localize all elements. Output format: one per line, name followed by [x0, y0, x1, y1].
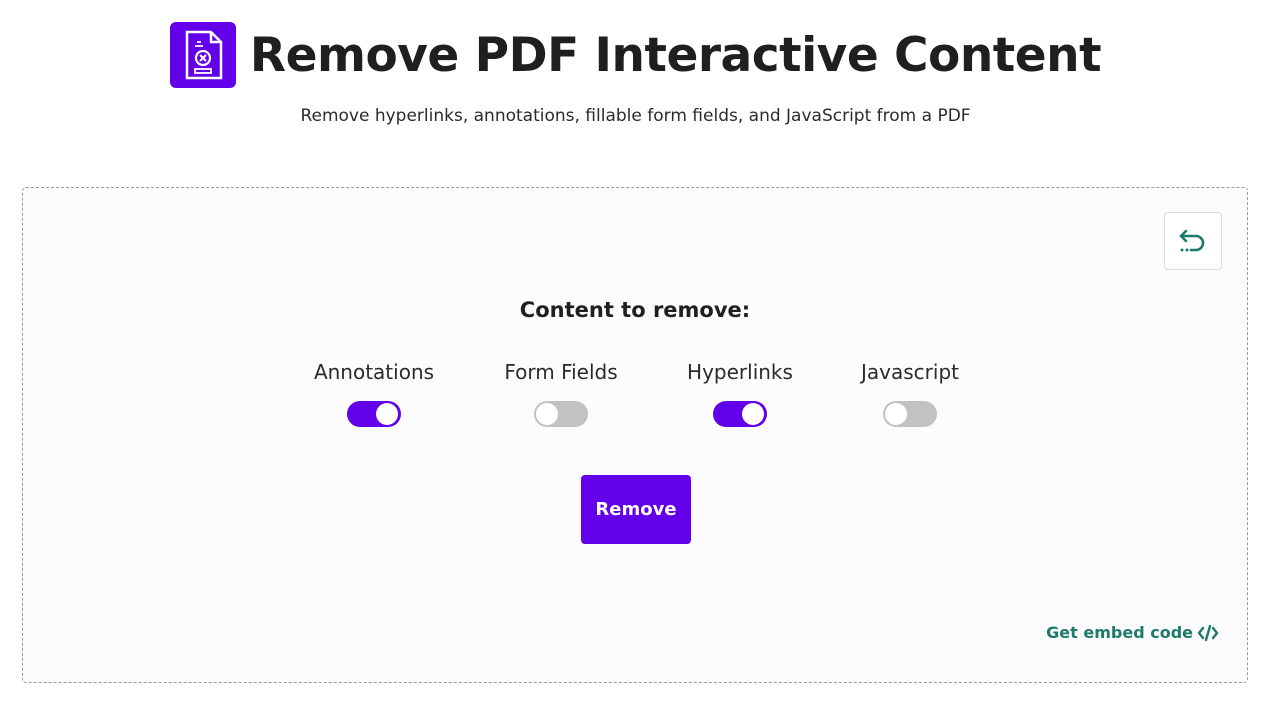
page-header: Remove PDF Interactive Content Remove hy…	[0, 0, 1271, 150]
toggle-group-form-fields: Form Fields	[471, 358, 651, 431]
hyperlinks-toggle[interactable]	[713, 401, 767, 427]
reset-button[interactable]	[1164, 212, 1222, 270]
page-title: Remove PDF Interactive Content	[249, 27, 1102, 83]
toggle-label-annotations: Annotations	[313, 360, 435, 384]
toggle-group-hyperlinks: Hyperlinks	[650, 358, 830, 431]
toggle-group-javascript: Javascript	[820, 358, 1000, 431]
toggle-group-annotations: Annotations	[284, 358, 464, 431]
form-fields-toggle[interactable]	[534, 401, 588, 427]
embed-code-label: Get embed code	[1046, 623, 1193, 642]
toggle-knob	[376, 403, 398, 425]
tool-panel: Content to remove: Annotations Form Fiel…	[22, 187, 1248, 683]
undo-icon	[1179, 229, 1205, 252]
toggle-knob	[742, 403, 764, 425]
toggle-label-hyperlinks: Hyperlinks	[687, 360, 793, 384]
remove-button[interactable]: Remove	[581, 475, 691, 544]
pdf-remove-icon	[169, 22, 236, 88]
toggle-label-javascript: Javascript	[861, 360, 959, 384]
toggle-knob	[885, 403, 907, 425]
javascript-toggle[interactable]	[883, 401, 937, 427]
content-to-remove-heading: Content to remove:	[519, 298, 751, 322]
title-row: Remove PDF Interactive Content	[0, 20, 1271, 90]
toggle-knob	[536, 403, 558, 425]
toggle-label-form-fields: Form Fields	[504, 360, 618, 384]
page-subtitle: Remove hyperlinks, annotations, fillable…	[300, 106, 971, 126]
code-icon	[1197, 624, 1219, 641]
annotations-toggle[interactable]	[347, 401, 401, 427]
get-embed-code-link[interactable]: Get embed code	[1046, 623, 1219, 642]
